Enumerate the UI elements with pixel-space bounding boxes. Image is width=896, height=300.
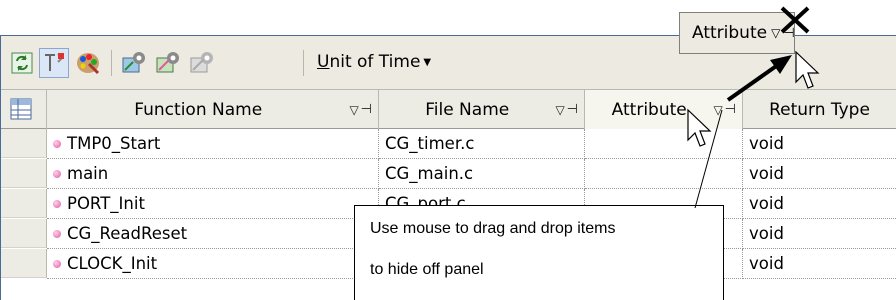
remove-x-icon bbox=[780, 6, 810, 34]
drag-arrow-icon bbox=[726, 55, 792, 102]
drag-overlay bbox=[687, 6, 820, 147]
mouse-cursor-icon bbox=[687, 108, 712, 147]
mouse-cursor-icon bbox=[795, 50, 820, 89]
